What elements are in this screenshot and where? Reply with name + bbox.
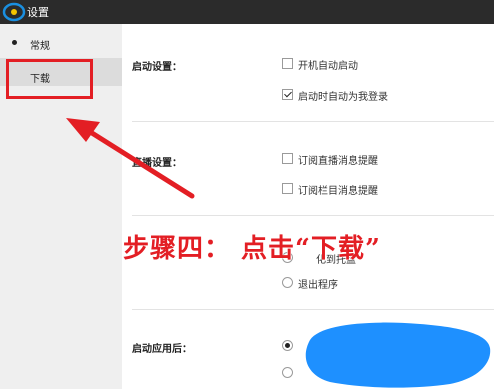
redaction-blob bbox=[305, 322, 491, 388]
step-annotation: 步骤四： 点击“下载” bbox=[123, 234, 381, 265]
